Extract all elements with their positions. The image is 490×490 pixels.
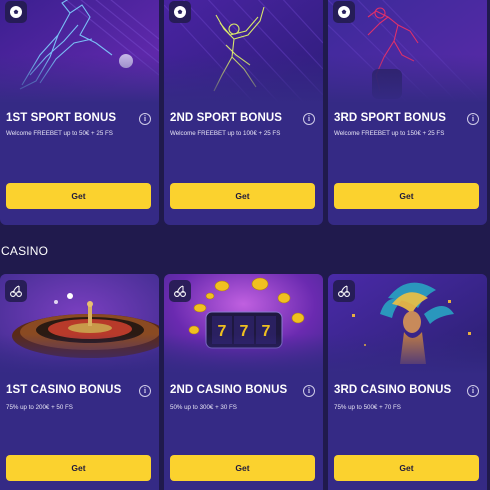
card-title: 1ST CASINO BONUS bbox=[6, 384, 122, 396]
card-description: 50% up to 300€ + 30 FS bbox=[170, 404, 237, 411]
casino-bonus-card-2: 7 7 7 2ND CASINO BONUS i 50% up to 300€ … bbox=[164, 274, 323, 490]
casino-bonus-card-3: 3RD CASINO BONUS i 75% up to 500€ + 70 F… bbox=[328, 274, 487, 490]
get-bonus-button[interactable]: Get bbox=[170, 183, 315, 209]
card-title: 2ND SPORT BONUS bbox=[170, 112, 283, 124]
sport-bonus-image bbox=[164, 0, 323, 103]
card-title: 3RD CASINO BONUS bbox=[334, 384, 452, 396]
info-icon[interactable]: i bbox=[139, 113, 151, 125]
card-description: Welcome FREEBET up to 50€ + 25 FS bbox=[6, 130, 113, 137]
get-bonus-button[interactable]: Get bbox=[170, 455, 315, 481]
casino-bonus-image bbox=[0, 274, 159, 374]
info-icon[interactable]: i bbox=[139, 385, 151, 397]
card-description: 75% up to 200€ + 50 FS bbox=[6, 404, 73, 411]
sport-bonus-card-1: 1ST SPORT BONUS i Welcome FREEBET up to … bbox=[0, 0, 159, 225]
card-title: 1ST SPORT BONUS bbox=[6, 112, 117, 124]
card-description: Welcome FREEBET up to 100€ + 25 FS bbox=[170, 130, 281, 137]
sport-bonus-card-3: 3RD SPORT BONUS i Welcome FREEBET up to … bbox=[328, 0, 487, 225]
get-bonus-button[interactable]: Get bbox=[334, 183, 479, 209]
casino-bonus-card-1: 1ST CASINO BONUS i 75% up to 200€ + 50 F… bbox=[0, 274, 159, 490]
sport-bonus-card-2: 2ND SPORT BONUS i Welcome FREEBET up to … bbox=[164, 0, 323, 225]
card-description: 75% up to 500€ + 70 FS bbox=[334, 404, 401, 411]
casino-bonus-image bbox=[328, 274, 487, 374]
football-icon bbox=[333, 1, 355, 23]
card-title: 2ND CASINO BONUS bbox=[170, 384, 288, 396]
info-icon[interactable]: i bbox=[467, 385, 479, 397]
get-bonus-button[interactable]: Get bbox=[6, 183, 151, 209]
sport-bonus-image bbox=[0, 0, 159, 103]
cherries-icon bbox=[5, 280, 27, 302]
info-icon[interactable]: i bbox=[303, 385, 315, 397]
get-bonus-button[interactable]: Get bbox=[6, 455, 151, 481]
info-icon[interactable]: i bbox=[467, 113, 479, 125]
card-title: 3RD SPORT BONUS bbox=[334, 112, 447, 124]
get-bonus-button[interactable]: Get bbox=[334, 455, 479, 481]
football-icon bbox=[5, 1, 27, 23]
cherries-icon bbox=[333, 280, 355, 302]
sport-bonus-image bbox=[328, 0, 487, 103]
cherries-icon bbox=[169, 280, 191, 302]
section-heading-casino: CASINO bbox=[1, 244, 49, 258]
card-description: Welcome FREEBET up to 150€ + 25 FS bbox=[334, 130, 445, 137]
info-icon[interactable]: i bbox=[303, 113, 315, 125]
football-icon bbox=[169, 1, 191, 23]
casino-bonus-image: 7 7 7 bbox=[164, 274, 323, 374]
